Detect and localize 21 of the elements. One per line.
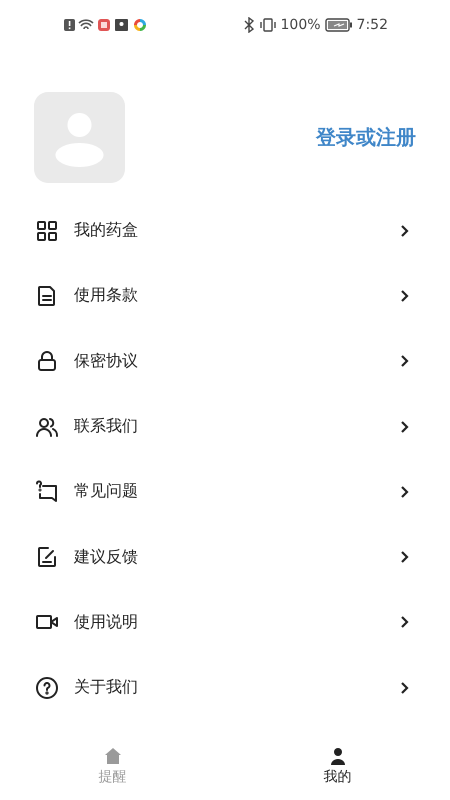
battery-percent: 100%: [280, 17, 321, 33]
question-chat-icon: [35, 480, 59, 504]
battery-icon: [324, 18, 353, 32]
grid-icon: [35, 218, 59, 243]
help-icon: [35, 676, 59, 700]
menu-item[interactable]: 我的药盒: [0, 198, 450, 264]
menu-item[interactable]: 使用说明: [0, 590, 450, 656]
edit-icon: [35, 545, 59, 570]
login-register-link[interactable]: 登录或注册: [316, 124, 416, 151]
home-icon: [102, 746, 122, 766]
menu-item[interactable]: 建议反馈: [0, 524, 450, 590]
menu-item[interactable]: 使用条款: [0, 263, 450, 329]
menu-item[interactable]: 关于我们: [0, 655, 450, 720]
vibrate-icon: [258, 17, 277, 33]
bluetooth-icon: [242, 17, 255, 33]
menu-item[interactable]: 保密协议: [0, 328, 450, 394]
nav-tab[interactable]: 我的: [225, 732, 450, 800]
menu-item[interactable]: 联系我们: [0, 394, 450, 460]
lock-icon: [35, 349, 59, 374]
clock: 7:52: [356, 17, 388, 33]
menu-item[interactable]: 常见问题: [0, 459, 450, 524]
